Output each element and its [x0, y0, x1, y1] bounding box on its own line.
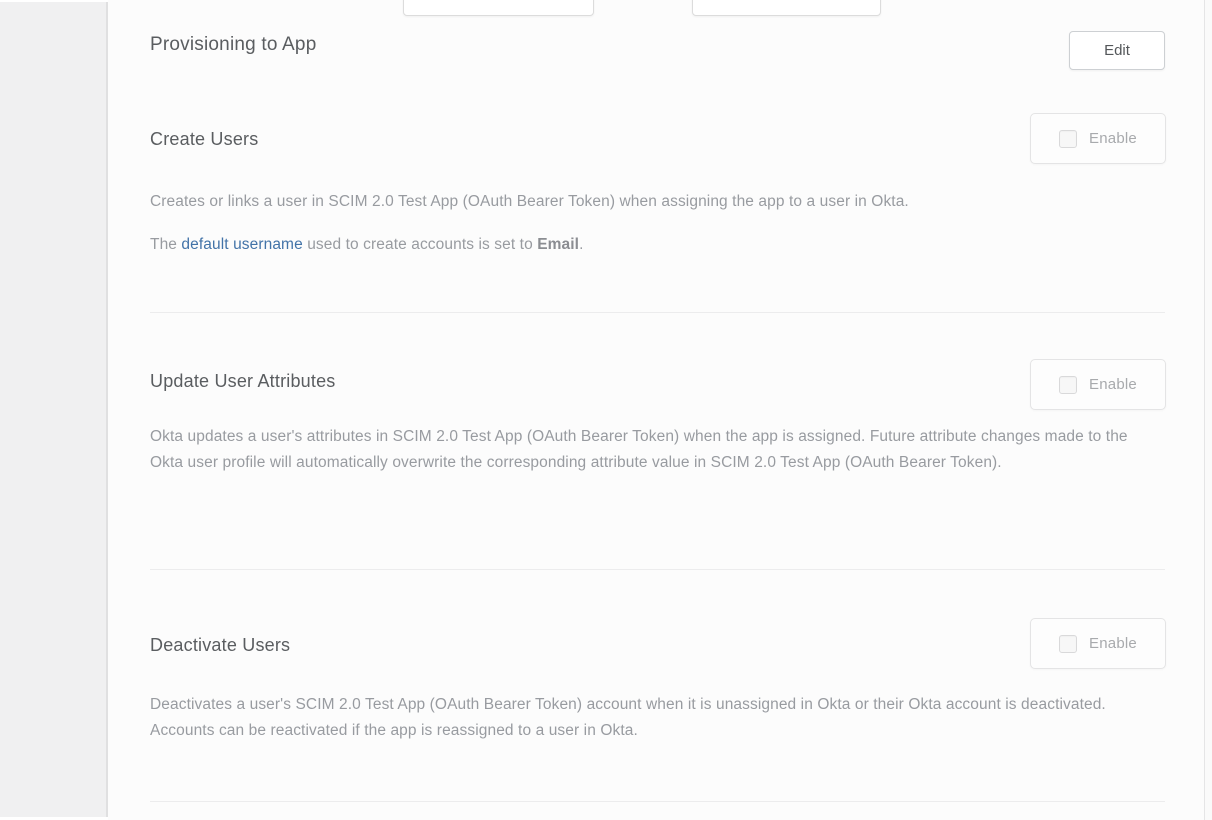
- checkbox-icon[interactable]: [1059, 376, 1077, 394]
- note-prefix: The: [150, 236, 181, 253]
- deactivate-users-heading: Deactivate Users: [150, 635, 290, 656]
- section-divider: [150, 312, 1165, 313]
- enable-label: Enable: [1089, 635, 1137, 652]
- deactivate-users-description: Deactivates a user's SCIM 2.0 Test App (…: [150, 692, 1165, 744]
- create-users-heading: Create Users: [150, 129, 258, 150]
- main-content: Provisioning to App Edit Enable Create U…: [108, 0, 1212, 820]
- partial-input-field-1[interactable]: [403, 0, 594, 16]
- note-middle: used to create accounts is set to: [303, 236, 537, 253]
- edit-button[interactable]: Edit: [1069, 31, 1165, 70]
- update-user-attributes-description: Okta updates a user's attributes in SCIM…: [150, 424, 1165, 476]
- create-users-description: Creates or links a user in SCIM 2.0 Test…: [150, 189, 1165, 215]
- enable-label: Enable: [1089, 130, 1137, 147]
- window-right-edge: [1204, 0, 1212, 820]
- update-user-attributes-enable-checkbox[interactable]: Enable: [1030, 359, 1166, 410]
- create-users-note: The default username used to create acco…: [150, 232, 1165, 258]
- create-users-enable-checkbox[interactable]: Enable: [1030, 113, 1166, 164]
- section-divider: [150, 801, 1165, 802]
- note-value: Email: [537, 236, 579, 253]
- deactivate-users-enable-checkbox[interactable]: Enable: [1030, 618, 1166, 669]
- left-sidebar: [0, 2, 108, 817]
- provisioning-page: Provisioning to App Edit Enable Create U…: [0, 0, 1212, 820]
- checkbox-icon[interactable]: [1059, 130, 1077, 148]
- enable-label: Enable: [1089, 376, 1137, 393]
- section-divider: [150, 569, 1165, 570]
- checkbox-icon[interactable]: [1059, 635, 1077, 653]
- note-suffix: .: [579, 236, 583, 253]
- default-username-link[interactable]: default username: [181, 236, 302, 253]
- partial-input-field-2[interactable]: [692, 0, 881, 16]
- update-user-attributes-heading: Update User Attributes: [150, 371, 336, 392]
- page-title: Provisioning to App: [150, 34, 316, 56]
